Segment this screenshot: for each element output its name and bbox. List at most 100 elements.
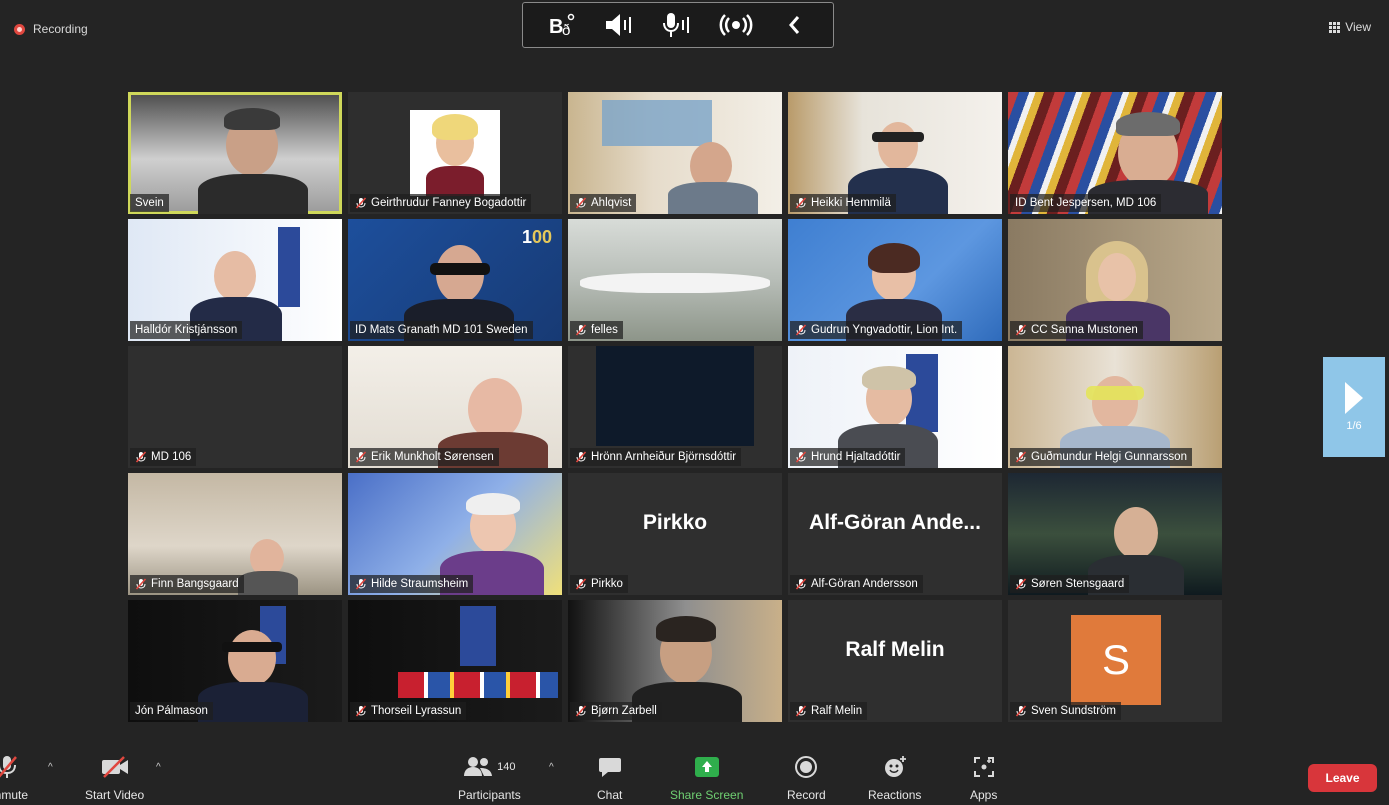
video-tile[interactable]: Halldór Kristjánsson (128, 219, 342, 341)
grid-view-icon (1329, 21, 1341, 33)
participant-name: Svein (130, 194, 169, 212)
video-tile[interactable]: Gudrun Yngvadottir, Lion Int. (788, 219, 1002, 341)
video-tile[interactable]: Heikki Hemmilä (788, 92, 1002, 214)
participant-name: Gudrun Yngvadottir, Lion Int. (790, 321, 963, 339)
video-tile[interactable]: Hrund Hjaltadóttir (788, 346, 1002, 468)
participant-name: ID Bent Jespersen, MD 106 (1010, 194, 1162, 212)
collapse-chevron-icon[interactable] (774, 7, 814, 43)
muted-mic-icon (135, 578, 147, 590)
svg-text:ð: ð (562, 22, 570, 39)
participant-name: Søren Stensgaard (1010, 575, 1130, 593)
chat-button[interactable]: Chat (597, 754, 622, 802)
video-tile[interactable]: Finn Bangsgaard (128, 473, 342, 595)
next-page-button[interactable]: 1/6 (1323, 357, 1385, 457)
participant-name: Ralf Melin (790, 702, 868, 720)
reactions-button[interactable]: Reactions (868, 754, 921, 802)
muted-mic-icon (795, 451, 807, 463)
leave-button[interactable]: Leave (1308, 764, 1377, 792)
video-tile[interactable]: Thorseil Lyrassun (348, 600, 562, 722)
muted-mic-icon (795, 197, 807, 209)
participant-name: MD 106 (130, 448, 197, 466)
page-indicator: 1/6 (1346, 420, 1362, 432)
video-tile[interactable]: Jón Pálmason (128, 600, 342, 722)
video-tile[interactable]: Pirkko Pirkko (568, 473, 782, 595)
video-tile[interactable]: 100 ID Mats Granath MD 101 Sweden (348, 219, 562, 341)
video-tile[interactable]: Svein (128, 92, 342, 214)
unmute-label: Unmute (0, 788, 29, 802)
video-tile[interactable]: Hilde Straumsheim (348, 473, 562, 595)
unmute-button[interactable]: Unmute (0, 754, 28, 802)
video-tile[interactable]: ID Bent Jespersen, MD 106 (1008, 92, 1222, 214)
video-off-icon (100, 754, 130, 780)
muted-mic-icon (795, 705, 807, 717)
participant-name: Ahlqvist (570, 194, 637, 212)
participants-button[interactable]: 140 Participants (458, 754, 521, 802)
video-tile[interactable]: Guðmundur Helgi Gunnarsson (1008, 346, 1222, 468)
record-button[interactable]: Record (787, 754, 826, 802)
broadcast-icon[interactable] (716, 7, 756, 43)
participants-label: Participants (458, 788, 521, 802)
participant-name: Erik Munkholt Sørensen (350, 448, 499, 466)
video-tile[interactable]: Ahlqvist (568, 92, 782, 214)
muted-mic-icon (575, 324, 587, 336)
participant-name: Jón Pálmason (130, 702, 213, 720)
meeting-top-bar: Recording Bð View (0, 0, 1389, 58)
muted-mic-icon (1015, 451, 1027, 463)
video-tile[interactable]: Erik Munkholt Sørensen (348, 346, 562, 468)
participant-name: Hrund Hjaltadóttir (790, 448, 906, 466)
start-video-button[interactable]: Start Video (85, 754, 144, 802)
video-tile[interactable]: felles (568, 219, 782, 341)
participant-display-name: Alf-Göran Ande... (809, 511, 981, 534)
sign-language-icon[interactable]: Bð (542, 7, 582, 43)
apps-label: Apps (970, 788, 998, 802)
video-tile[interactable]: Søren Stensgaard (1008, 473, 1222, 595)
participant-name: Bjørn Zarbell (570, 702, 662, 720)
video-tile[interactable]: Ralf Melin Ralf Melin (788, 600, 1002, 722)
muted-microphone-icon (0, 754, 20, 780)
muted-mic-icon (575, 197, 587, 209)
view-label: View (1345, 20, 1371, 34)
video-tile[interactable]: Alf-Göran Ande... Alf-Göran Andersson (788, 473, 1002, 595)
chat-bubble-icon (598, 754, 622, 780)
video-options-caret-icon[interactable]: ^ (156, 762, 161, 773)
participant-name: Heikki Hemmilä (790, 194, 896, 212)
participant-name: Hilde Straumsheim (350, 575, 474, 593)
record-label: Record (787, 788, 826, 802)
muted-mic-icon (355, 578, 367, 590)
participant-display-name: Ralf Melin (845, 638, 945, 661)
participant-name: CC Sanna Mustonen (1010, 321, 1143, 339)
participant-display-name: Pirkko (642, 511, 708, 534)
view-button[interactable]: View (1329, 20, 1371, 34)
muted-mic-icon (1015, 705, 1027, 717)
audio-options-caret-icon[interactable]: ^ (48, 762, 53, 773)
participants-count: 140 (497, 761, 516, 773)
muted-mic-icon (1015, 578, 1027, 590)
share-screen-label: Share Screen (670, 788, 744, 802)
recording-label: Recording (33, 22, 88, 36)
video-tile[interactable]: MD 106 (128, 346, 342, 468)
muted-mic-icon (355, 451, 367, 463)
video-tile[interactable]: Bjørn Zarbell (568, 600, 782, 722)
microphone-icon[interactable] (658, 7, 698, 43)
participant-name: Alf-Göran Andersson (790, 575, 923, 593)
recording-icon (14, 23, 25, 35)
video-tile[interactable]: CC Sanna Mustonen (1008, 219, 1222, 341)
video-tile[interactable]: Hrönn Arnheiður Björnsdóttir (568, 346, 782, 468)
participants-caret-icon[interactable]: ^ (549, 762, 554, 773)
recording-indicator[interactable]: Recording (14, 22, 88, 36)
avatar: S (1071, 615, 1161, 705)
record-icon (794, 754, 818, 780)
speaker-icon[interactable] (600, 7, 640, 43)
apps-button[interactable]: Apps (970, 754, 997, 802)
participant-name: Guðmundur Helgi Gunnarsson (1010, 448, 1192, 466)
participant-name: Sven Sundström (1010, 702, 1122, 720)
share-screen-icon (694, 754, 720, 780)
muted-mic-icon (795, 578, 807, 590)
muted-mic-icon (575, 451, 587, 463)
share-screen-button[interactable]: Share Screen (670, 754, 743, 802)
video-tile[interactable]: S Sven Sundström (1008, 600, 1222, 722)
muted-mic-icon (575, 705, 587, 717)
video-tile[interactable]: Geirthrudur Fanney Bogadottir (348, 92, 562, 214)
muted-mic-icon (355, 197, 367, 209)
muted-mic-icon (1015, 324, 1027, 336)
